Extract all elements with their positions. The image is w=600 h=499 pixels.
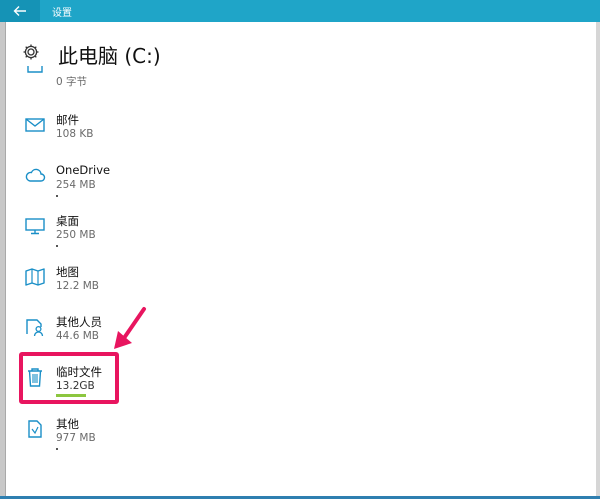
cloud-icon bbox=[25, 168, 46, 182]
map-icon bbox=[25, 268, 45, 286]
item-size: 250 MB bbox=[56, 229, 96, 241]
item-size: 977 MB bbox=[56, 432, 96, 444]
item-size: 44.6 MB bbox=[56, 330, 99, 342]
list-item-other[interactable]: 其他 977 MB bbox=[0, 412, 600, 462]
item-size: 0 字节 bbox=[56, 76, 88, 88]
item-name: OneDrive bbox=[56, 163, 111, 177]
other-files-icon bbox=[28, 420, 42, 438]
item-size: 254 MB bbox=[56, 179, 96, 191]
usage-bar bbox=[56, 245, 58, 247]
list-item-maps[interactable]: 地图 12.2 MB bbox=[0, 260, 600, 310]
partial-item-icon bbox=[27, 66, 43, 73]
item-name: 地图 bbox=[56, 265, 79, 279]
other-people-icon bbox=[26, 319, 44, 337]
item-name: 桌面 bbox=[56, 214, 79, 228]
back-button[interactable] bbox=[0, 0, 40, 22]
list-item-partial[interactable]: 0 字节 bbox=[0, 66, 600, 90]
item-name: 邮件 bbox=[56, 113, 79, 127]
mail-icon bbox=[25, 118, 45, 132]
list-item-mail[interactable]: 邮件 108 KB bbox=[0, 108, 600, 158]
pointer-arrow-icon bbox=[114, 307, 146, 349]
item-size: 108 KB bbox=[56, 128, 94, 140]
list-item-desktop[interactable]: 桌面 250 MB bbox=[0, 209, 600, 259]
item-size: 12.2 MB bbox=[56, 280, 99, 292]
usage-bar bbox=[56, 195, 58, 197]
gear-icon bbox=[23, 44, 39, 60]
title-bar: 设置 bbox=[0, 0, 600, 22]
list-item-onedrive[interactable]: OneDrive 254 MB bbox=[0, 159, 600, 209]
back-arrow-icon bbox=[13, 6, 26, 16]
window-title: 设置 bbox=[52, 8, 72, 19]
item-name: 其他 bbox=[56, 417, 79, 431]
page-title: 此电脑 (C:) bbox=[58, 44, 161, 68]
highlight-annotation-box bbox=[19, 352, 119, 404]
usage-bar bbox=[56, 448, 58, 450]
item-name: 其他人员 bbox=[56, 315, 102, 329]
desktop-monitor-icon bbox=[25, 218, 45, 235]
